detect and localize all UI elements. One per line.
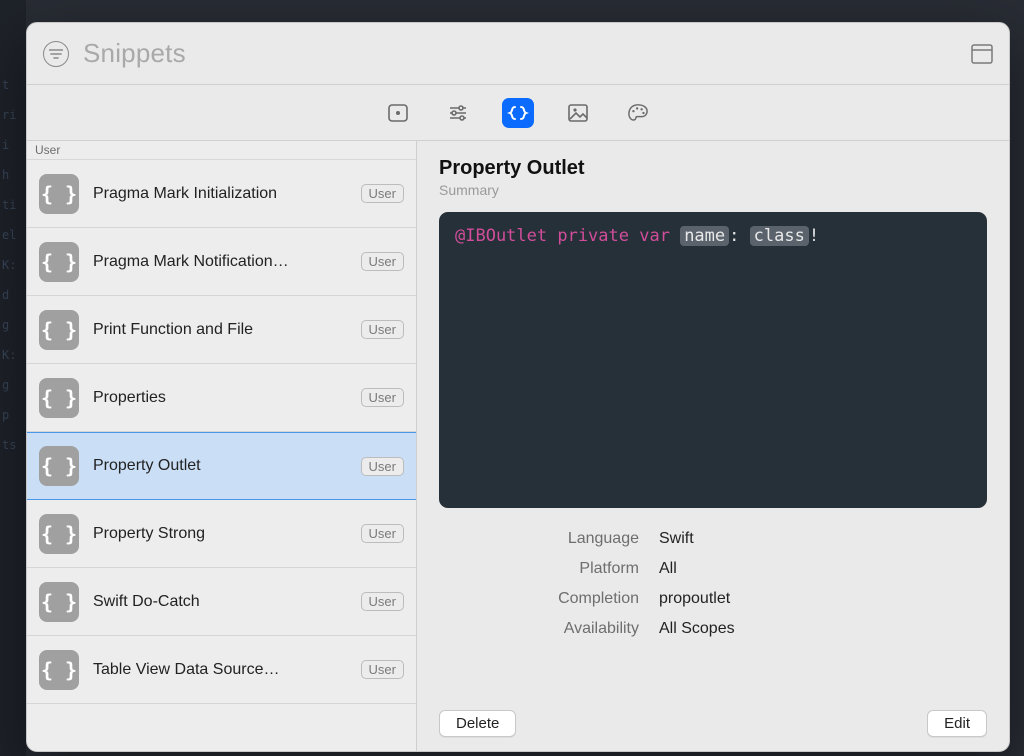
list-item-tag: User <box>361 184 404 203</box>
snippet-list-column: User { }Pragma Mark InitializationUser{ … <box>27 141 417 751</box>
list-item-tag: User <box>361 660 404 679</box>
list-item-tag: User <box>361 592 404 611</box>
meta-completion-value: propoutlet <box>659 590 987 608</box>
braces-icon: { } <box>39 650 79 690</box>
category-media-icon[interactable] <box>562 98 594 128</box>
list-item-label: Property Outlet <box>93 457 347 475</box>
list-item-label: Pragma Mark Notification… <box>93 253 347 271</box>
list-item-tag: User <box>361 524 404 543</box>
braces-icon: { } <box>39 514 79 554</box>
braces-icon: { } <box>39 242 79 282</box>
snippets-panel: Snippets <box>26 22 1010 752</box>
meta-availability-value: All Scopes <box>659 620 987 638</box>
list-item[interactable]: { } Pragma Mark Initialization User <box>27 160 416 228</box>
code-separator: : <box>729 226 749 246</box>
braces-icon: { } <box>39 446 79 486</box>
delete-button[interactable]: Delete <box>439 710 516 737</box>
list-item[interactable]: { } Pragma Mark Notification… User <box>27 228 416 296</box>
detail-title: Property Outlet <box>439 157 987 180</box>
meta-availability-label: Availability <box>439 620 639 638</box>
meta-language-label: Language <box>439 530 639 548</box>
list-item-label: Swift Do-Catch <box>93 593 347 611</box>
code-preview[interactable]: @IBOutlet private var name: class! <box>439 212 987 508</box>
list-item-label: Properties <box>93 389 347 407</box>
snippet-detail-column: Property Outlet Summary @IBOutlet privat… <box>417 141 1009 751</box>
list-item[interactable]: { } Swift Do-Catch User <box>27 568 416 636</box>
category-views-icon[interactable] <box>382 98 414 128</box>
detail-subtitle: Summary <box>439 182 987 198</box>
list-item[interactable]: { } Property Outlet User <box>27 432 416 500</box>
code-suffix: ! <box>809 226 819 246</box>
list-item-label: Table View Data Source… <box>93 661 347 679</box>
window-icon[interactable] <box>971 44 993 64</box>
detail-meta: Language Swift Platform All Completion p… <box>439 530 987 638</box>
category-toolbar <box>27 85 1009 141</box>
code-placeholder-2: class <box>750 226 809 246</box>
list-item-tag: User <box>361 457 404 476</box>
braces-icon: { } <box>39 582 79 622</box>
code-placeholder-1: name <box>680 226 729 246</box>
list-item[interactable]: { } Print Function and File User <box>27 296 416 364</box>
panel-body: User { }Pragma Mark InitializationUser{ … <box>27 141 1009 751</box>
list-item[interactable]: { } Property Strong User <box>27 500 416 568</box>
braces-icon: { } <box>39 174 79 214</box>
list-item-tag: User <box>361 388 404 407</box>
search-header: Snippets <box>27 23 1009 85</box>
meta-platform-label: Platform <box>439 560 639 578</box>
list-item-tag: User <box>361 252 404 271</box>
code-editor-background: triih tiel K: dg K: gpts <box>0 0 26 756</box>
category-code-icon[interactable] <box>502 98 534 128</box>
meta-completion-label: Completion <box>439 590 639 608</box>
edit-button[interactable]: Edit <box>927 710 987 737</box>
filter-icon[interactable] <box>43 41 69 67</box>
list-item[interactable]: { } Table View Data Source… User <box>27 636 416 704</box>
snippet-list[interactable]: { } Pragma Mark Initialization User { } Prag… <box>27 160 416 751</box>
list-item[interactable]: { } Properties User <box>27 364 416 432</box>
category-color-icon[interactable] <box>622 98 654 128</box>
list-item-label: Print Function and File <box>93 321 347 339</box>
code-keyword: @IBOutlet private var <box>455 226 670 246</box>
braces-icon: { } <box>39 310 79 350</box>
list-section-label: User <box>27 141 416 160</box>
meta-language-value: Swift <box>659 530 987 548</box>
category-controls-icon[interactable] <box>442 98 474 128</box>
search-input[interactable]: Snippets <box>83 38 186 69</box>
braces-icon: { } <box>39 378 79 418</box>
list-item-label: Pragma Mark Initialization <box>93 185 347 203</box>
meta-platform-value: All <box>659 560 987 578</box>
list-item-tag: User <box>361 320 404 339</box>
detail-actions: Delete Edit <box>439 692 987 737</box>
list-item-label: Property Strong <box>93 525 347 543</box>
